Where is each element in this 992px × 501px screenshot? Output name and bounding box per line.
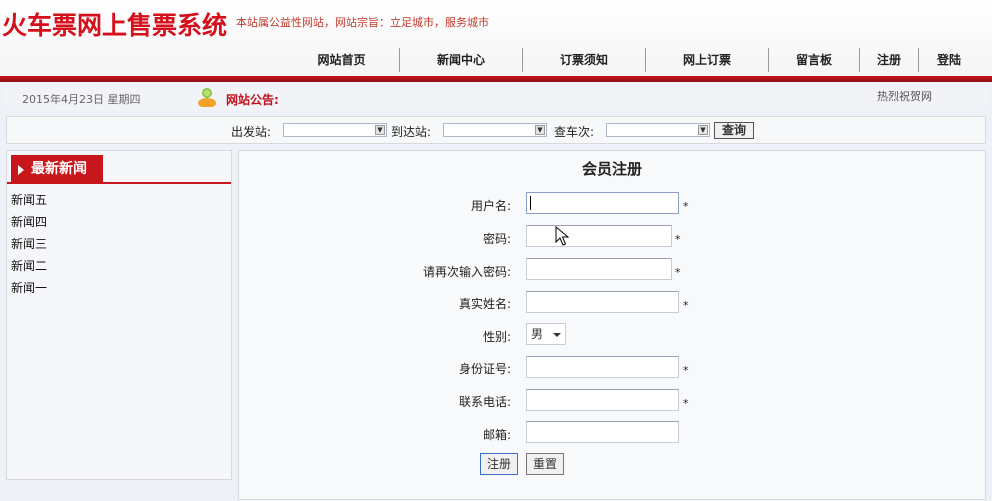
register-submit-button[interactable]: 注册 (480, 453, 518, 475)
current-date: 2015年4月23日 星期四 (22, 93, 141, 106)
from-station-label: 出发站: (231, 125, 272, 139)
chevron-down-icon: ▼ (375, 125, 385, 135)
nav-home[interactable]: 网站首页 (284, 48, 400, 72)
news-item[interactable]: 新闻一 (11, 277, 47, 299)
nav-message-board[interactable]: 留言板 (769, 48, 860, 72)
news-item[interactable]: 新闻三 (11, 233, 47, 255)
from-station-select[interactable]: ▼ (283, 123, 387, 137)
to-station-label: 到达站: (391, 125, 432, 139)
reset-button[interactable]: 重置 (526, 453, 564, 475)
header-divider (0, 76, 992, 82)
password-input[interactable] (526, 225, 672, 247)
sex-label: 性别: (482, 330, 511, 344)
required-mark: * (675, 233, 681, 246)
username-input[interactable] (526, 192, 679, 214)
train-number-select[interactable]: ▼ (606, 123, 710, 137)
site-slogan: 本站属公益性网站，网站宗旨：立足城市，服务城市 (236, 16, 489, 29)
news-panel-header: 最新新闻 (11, 155, 103, 183)
news-item[interactable]: 新闻四 (11, 211, 47, 233)
people-icon (196, 87, 218, 108)
sex-select[interactable]: 男 (526, 323, 566, 345)
chevron-down-icon: ▼ (698, 125, 708, 135)
required-mark: * (675, 266, 681, 279)
chevron-down-icon: ▼ (535, 125, 545, 135)
required-mark: * (683, 397, 689, 410)
news-list: 新闻五 新闻四 新闻三 新闻二 新闻一 (11, 189, 47, 299)
info-bar: 2015年4月23日 星期四 网站公告: 热烈祝贺网 (6, 86, 986, 110)
required-mark: * (683, 299, 689, 312)
notice-marquee[interactable]: 热烈祝贺网 (877, 88, 932, 104)
id-card-input[interactable] (526, 356, 679, 378)
nav-register[interactable]: 注册 (860, 48, 919, 72)
train-search-bar: 出发站: ▼ 到达站: ▼ 查车次: ▼ 查询 (6, 116, 986, 144)
nav-online-booking[interactable]: 网上订票 (646, 48, 769, 72)
site-title: 火车票网上售票系统 (2, 11, 228, 40)
to-station-select[interactable]: ▼ (443, 123, 547, 137)
real-name-input[interactable] (526, 291, 679, 313)
query-button[interactable]: 查询 (714, 122, 754, 139)
news-item[interactable]: 新闻五 (11, 189, 47, 211)
caret-right-icon (18, 165, 24, 175)
confirm-password-input[interactable] (526, 258, 672, 280)
mouse-pointer-icon (555, 225, 571, 246)
chevron-down-icon (553, 333, 561, 337)
username-label: 用户名: (470, 199, 511, 213)
id-card-label: 身份证号: (458, 362, 511, 376)
nav-news-center[interactable]: 新闻中心 (400, 48, 523, 72)
password-label: 密码: (482, 232, 511, 246)
form-title: 会员注册 (581, 160, 642, 178)
phone-label: 联系电话: (458, 395, 511, 409)
confirm-password-label: 请再次输入密码: (422, 265, 511, 279)
news-panel: 最新新闻 新闻五 新闻四 新闻三 新闻二 新闻一 (6, 150, 232, 480)
nav-booking-notice[interactable]: 订票须知 (523, 48, 646, 72)
notice-label: 网站公告: (226, 93, 279, 107)
train-number-label: 查车次: (554, 125, 595, 139)
header: 火车票网上售票系统 本站属公益性网站，网站宗旨：立足城市，服务城市 网站首页 新… (0, 0, 992, 78)
nav-login[interactable]: 登陆 (919, 48, 979, 72)
email-input[interactable] (526, 421, 679, 443)
phone-input[interactable] (526, 389, 679, 411)
news-item[interactable]: 新闻二 (11, 255, 47, 277)
main-nav: 网站首页 新闻中心 订票须知 网上订票 留言板 注册 登陆 (284, 48, 979, 74)
sex-select-value: 男 (531, 327, 544, 341)
required-mark: * (683, 364, 689, 377)
email-label: 邮箱: (482, 428, 511, 442)
news-panel-divider (7, 182, 231, 184)
real-name-label: 真实姓名: (458, 297, 511, 311)
news-panel-title: 最新新闻 (31, 161, 87, 177)
required-mark: * (683, 200, 689, 213)
registration-panel: 会员注册 用户名: * 密码: * 请再次输入密码: * 真实姓名: * 性别:… (238, 150, 986, 500)
